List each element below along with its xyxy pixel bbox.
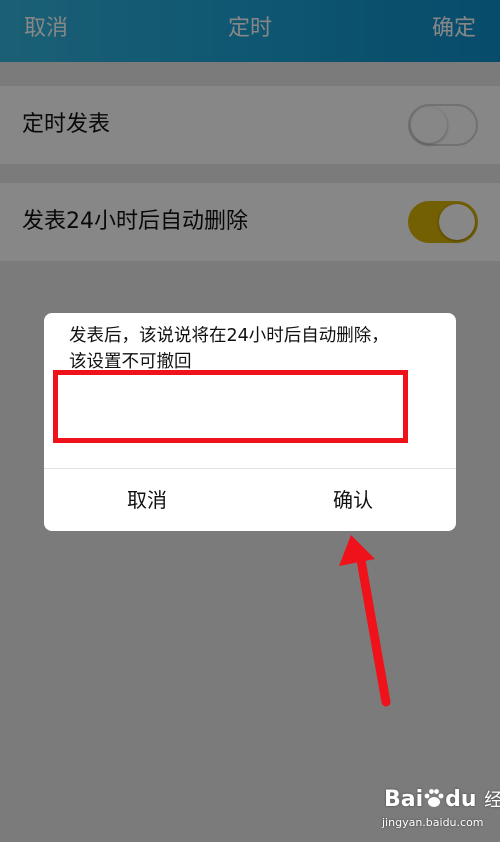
watermark-url: jingyan.baidu.com xyxy=(382,816,484,829)
watermark-brand-bai: Bai xyxy=(384,787,424,812)
annotation-highlight-box xyxy=(53,370,408,443)
dialog-confirm-button[interactable]: 确认 xyxy=(250,469,456,531)
watermark-product: 经验 xyxy=(484,790,500,811)
watermark-brand-du: du xyxy=(445,787,477,812)
watermark-logo: Bai du 经验 xyxy=(384,786,500,812)
dialog-message: 发表后，该说说将在24小时后自动删除，该设置不可撤回 xyxy=(69,326,389,372)
baidu-jingyan-watermark: Bai du 经验 jingyan.baidu.com xyxy=(378,786,500,838)
paw-icon xyxy=(424,789,444,807)
dialog-cancel-button[interactable]: 取消 xyxy=(44,469,250,531)
confirm-dialog: 发表后，该说说将在24小时后自动删除，该设置不可撤回 取消 确认 xyxy=(44,313,456,531)
